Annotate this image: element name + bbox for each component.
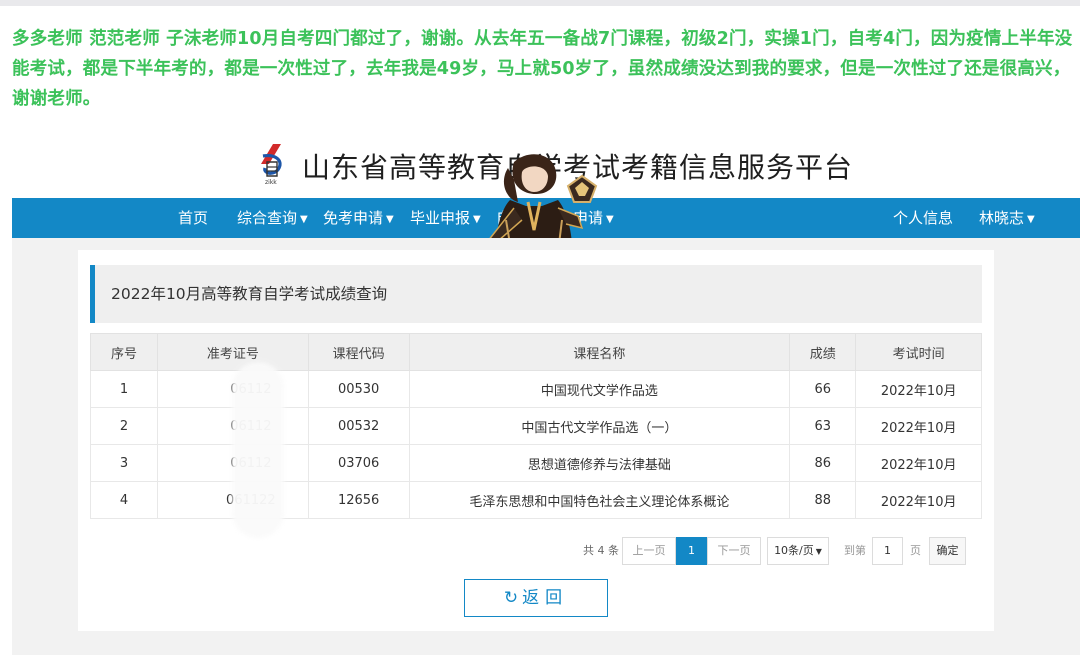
page-heading-box: 2022年10月高等教育自学考试成绩查询 xyxy=(90,265,982,323)
page-size-select[interactable]: 10条/页 ▼ xyxy=(767,537,829,565)
nav-exemption[interactable]: 免考申请 ▼ xyxy=(323,198,394,238)
table-row: 2 06112 00532 中国古代文学作品选（一） 63 2022年10月 xyxy=(89,407,982,445)
cell-course-name: 中国现代文学作品选 xyxy=(408,370,791,408)
column-header-score: 成绩 xyxy=(789,333,857,371)
pager-page-suffix: 页 xyxy=(910,544,921,557)
table-header-row: 序号 准考证号 课程代码 课程名称 成绩 考试时间 xyxy=(89,333,982,371)
table-row: 3 06112 03706 思想道德修养与法律基础 86 2022年10月 xyxy=(89,444,982,482)
chevron-down-icon: ▼ xyxy=(386,214,394,225)
chevron-down-icon: ▼ xyxy=(1027,214,1035,225)
cell-score: 66 xyxy=(789,370,857,408)
cell-seq: 2 xyxy=(89,407,159,445)
svg-text:zikk: zikk xyxy=(265,179,277,186)
table-row: 4 061122 12656 毛泽东思想和中国特色社会主义理论体系概论 88 2… xyxy=(89,481,982,519)
column-header-seq: 序号 xyxy=(89,333,159,371)
pager-page-1[interactable]: 1 xyxy=(676,537,707,565)
cell-seq: 4 xyxy=(89,481,159,519)
cell-score: 86 xyxy=(789,444,857,482)
cell-seq: 1 xyxy=(89,370,159,408)
cell-score: 63 xyxy=(789,407,857,445)
pager-goto-label: 到第 xyxy=(844,544,866,557)
nav-user-menu[interactable]: 林晓志 ▼ xyxy=(979,198,1035,238)
cell-course-code: 03706 xyxy=(307,444,410,482)
score-table: 序号 准考证号 课程代码 课程名称 成绩 考试时间 1 06112 00530 … xyxy=(89,333,982,519)
cell-exam-time: 2022年10月 xyxy=(855,444,982,482)
pager-total: 共 4 条 xyxy=(583,544,619,557)
pager-prev-button[interactable]: 上一页 xyxy=(622,537,676,565)
column-header-exam-id: 准考证号 xyxy=(157,333,309,371)
nav-personal-info[interactable]: 个人信息 xyxy=(893,198,953,238)
column-header-exam-time: 考试时间 xyxy=(855,333,982,371)
site-logo-icon: zikk xyxy=(261,144,282,186)
cell-exam-time: 2022年10月 xyxy=(855,407,982,445)
cell-course-name: 思想道德修养与法律基础 xyxy=(408,444,791,482)
nav-general-query[interactable]: 综合查询 ▼ xyxy=(237,198,308,238)
table-row: 1 06112 00530 中国现代文学作品选 66 2022年10月 xyxy=(89,370,982,408)
chevron-down-icon: ▼ xyxy=(300,214,308,225)
refresh-icon: ↻ xyxy=(503,588,519,608)
pager-next-button[interactable]: 下一页 xyxy=(707,537,761,565)
cell-course-name: 中国古代文学作品选（一） xyxy=(408,407,791,445)
pager-goto-input[interactable]: 1 xyxy=(872,537,903,565)
cell-seq: 3 xyxy=(89,444,159,482)
cell-course-code: 00532 xyxy=(307,407,410,445)
cell-course-code: 12656 xyxy=(307,481,410,519)
redaction-blur xyxy=(232,362,284,538)
pager-confirm-button[interactable]: 确定 xyxy=(929,537,966,565)
cell-course-code: 00530 xyxy=(307,370,410,408)
cell-score: 88 xyxy=(789,481,857,519)
back-button[interactable]: ↻ 返回 xyxy=(464,579,608,617)
chevron-down-icon: ▼ xyxy=(815,547,822,556)
top-strip xyxy=(0,0,1080,6)
page-title: 2022年10月高等教育自学考试成绩查询 xyxy=(111,285,388,303)
cell-exam-time: 2022年10月 xyxy=(855,481,982,519)
chevron-down-icon: ▼ xyxy=(606,214,614,225)
cell-course-name: 毛泽东思想和中国特色社会主义理论体系概论 xyxy=(408,481,791,519)
column-header-course-name: 课程名称 xyxy=(408,333,791,371)
cell-exam-time: 2022年10月 xyxy=(855,370,982,408)
column-header-course-code: 课程代码 xyxy=(307,333,410,371)
caption-text: 多多老师 范范老师 子沫老师10月自考四门都过了，谢谢。从去年五一备战7门课程，… xyxy=(12,29,1073,109)
nav-home[interactable]: 首页 xyxy=(178,198,208,238)
